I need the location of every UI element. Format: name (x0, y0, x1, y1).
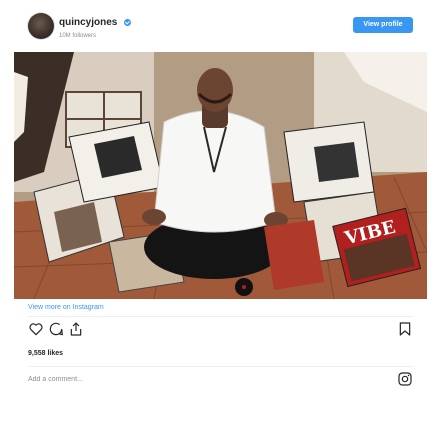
bookmark-icon[interactable] (397, 321, 413, 337)
divider (28, 366, 413, 367)
photo-man-head (197, 68, 233, 112)
comment-icon[interactable] (48, 321, 64, 337)
action-bar (28, 321, 413, 341)
view-more-link[interactable]: View more on Instagram (28, 304, 104, 311)
post-header: quincyjones 10M followers View profile (14, 0, 427, 52)
avatar[interactable] (28, 13, 54, 39)
post-photo[interactable]: VIBE (14, 52, 427, 299)
user-block: quincyjones 10M followers (59, 14, 131, 39)
username[interactable]: quincyjones (59, 17, 117, 28)
follower-count: 10M followers (59, 33, 97, 39)
photo-record-sleeve-red (264, 220, 324, 290)
like-count[interactable]: 9,558 likes (28, 350, 63, 357)
comment-input[interactable] (28, 372, 388, 386)
view-profile-button[interactable]: View profile (353, 17, 413, 33)
heart-icon[interactable] (28, 321, 44, 337)
share-icon[interactable] (68, 321, 84, 337)
instagram-logo-icon[interactable] (397, 371, 413, 387)
verified-badge-icon (123, 19, 131, 27)
divider (28, 316, 413, 317)
instagram-embed-card: quincyjones 10M followers View profile V… (14, 0, 427, 442)
